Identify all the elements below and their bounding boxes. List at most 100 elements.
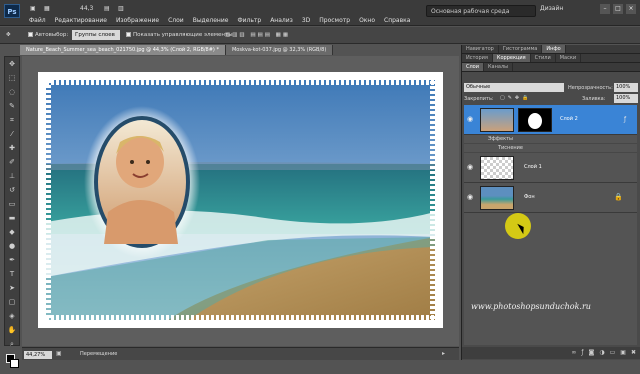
tab-channels[interactable]: Каналы	[484, 63, 514, 71]
crop-tool-icon[interactable]: ⌗	[6, 114, 18, 126]
autoselect-checkbox[interactable]	[28, 32, 33, 37]
canvas-area[interactable]	[22, 56, 459, 346]
opacity-field[interactable]: 100%	[614, 83, 638, 92]
document-canvas[interactable]	[38, 72, 443, 328]
blur-tool-icon[interactable]: ◆	[6, 226, 18, 238]
minimize-icon[interactable]: –	[600, 4, 610, 14]
tab-layers[interactable]: Слои	[462, 63, 484, 71]
home-icon[interactable]: ▣	[30, 5, 36, 12]
menu-select[interactable]: Выделение	[193, 17, 229, 24]
layer-name[interactable]: Фон	[524, 194, 535, 200]
tab-beach-document[interactable]: Nature_Beach_Summer_sea_beach_021750.jpg…	[20, 45, 226, 55]
status-preview-icon[interactable]: ▣	[56, 350, 62, 357]
layer-thumbnail	[480, 108, 514, 132]
fx-icon[interactable]: ƒ	[624, 116, 626, 123]
effect-emboss-row[interactable]: Тиснение	[464, 144, 637, 153]
menu-edit[interactable]: Редактирование	[55, 17, 107, 24]
adjustment-icon[interactable]: ◑	[599, 347, 604, 359]
shape-tool-icon[interactable]: ▢	[6, 296, 18, 308]
panel-tabs-middle: История Коррекция Стили Маски	[462, 54, 640, 63]
layer-name[interactable]: Слой 1	[524, 164, 542, 170]
dodge-tool-icon[interactable]: ●	[6, 240, 18, 252]
menu-analysis[interactable]: Анализ	[270, 17, 293, 24]
blend-mode-select[interactable]: Обычные	[464, 83, 564, 92]
layer-buttons: ∞ ƒ ◙ ◑ ▭ ▣ ✖	[462, 347, 640, 359]
background-color-swatch[interactable]	[10, 359, 19, 368]
move-tool-icon[interactable]: ✥	[6, 32, 11, 38]
folder-icon[interactable]: ▭	[610, 347, 616, 359]
menu-file[interactable]: Файл	[29, 17, 46, 24]
quick-select-tool-icon[interactable]: ✎	[6, 100, 18, 112]
new-layer-icon[interactable]: ▣	[620, 347, 626, 359]
link-icon[interactable]: ∞	[571, 347, 576, 359]
zoom-field[interactable]: 44,27%	[24, 351, 52, 359]
path-select-tool-icon[interactable]: ➤	[6, 282, 18, 294]
right-panel: Навигатор Гистограмма Инфо История Корре…	[461, 45, 640, 360]
tab-info[interactable]: Инфо	[542, 45, 566, 53]
autoselect-target-select[interactable]: Группы слоев	[72, 30, 120, 40]
workspace-design[interactable]: Дизайн	[540, 5, 563, 12]
bridge-icon[interactable]: ▦	[44, 5, 50, 12]
tab-cat-document[interactable]: Moskva-kot-037.jpg @ 32,3% (RGB/8)	[225, 45, 334, 55]
menubar: Ps ▣ ▦ 44,3 ▤ ▥ Файл Редактирование Изоб…	[0, 0, 640, 26]
menu-help[interactable]: Справка	[384, 17, 410, 24]
menu-filter[interactable]: Фильтр	[237, 17, 261, 24]
arrange-icon[interactable]: ▥	[118, 5, 124, 12]
stamp-tool-icon[interactable]: ⊥	[6, 170, 18, 182]
tab-masks[interactable]: Маски	[556, 54, 582, 62]
layer-row-background[interactable]: ◉ Фон 🔒	[464, 183, 637, 213]
trash-icon[interactable]: ✖	[631, 347, 636, 359]
window-controls: – □ ×	[600, 4, 636, 14]
lasso-tool-icon[interactable]: ◌	[6, 86, 18, 98]
lock-icons[interactable]: ▢✎✥🔒	[500, 95, 531, 101]
visibility-eye-icon[interactable]: ◉	[467, 115, 475, 123]
eyedropper-tool-icon[interactable]: ⁄	[6, 128, 18, 140]
effects-row[interactable]: Эффекты	[464, 135, 637, 144]
healing-tool-icon[interactable]: ✚	[6, 142, 18, 154]
hand-tool-icon[interactable]: ✋	[6, 324, 18, 336]
layer-name[interactable]: Слой 2	[560, 116, 578, 122]
scroll-arrow-icon[interactable]: ▸	[442, 350, 445, 357]
maximize-icon[interactable]: □	[613, 4, 623, 14]
fx-button-icon[interactable]: ƒ	[581, 347, 583, 359]
close-icon[interactable]: ×	[626, 4, 636, 14]
pen-tool-icon[interactable]: ✒	[6, 254, 18, 266]
zoom-level[interactable]: 44,3	[80, 5, 93, 12]
align-icons[interactable]: ▥▥▥ ▤▤▤ ▦▦	[225, 32, 290, 38]
gradient-tool-icon[interactable]: ▬	[6, 212, 18, 224]
layer-mask-thumbnail[interactable]	[518, 108, 552, 132]
eraser-tool-icon[interactable]: ▭	[6, 198, 18, 210]
show-controls-checkbox[interactable]	[126, 32, 131, 37]
menu-window[interactable]: Окно	[359, 17, 375, 24]
brush-tool-icon[interactable]: ✐	[6, 156, 18, 168]
zoom-tool-icon[interactable]: ⌕	[6, 338, 18, 350]
menu-view[interactable]: Просмотр	[319, 17, 350, 24]
status-bar: 44,27% ▣ Перемещение ▸	[22, 347, 459, 360]
tab-adjustments[interactable]: Коррекция	[492, 54, 531, 62]
tab-histogram[interactable]: Гистограмма	[499, 45, 543, 53]
history-brush-tool-icon[interactable]: ↺	[6, 184, 18, 196]
tab-history[interactable]: История	[462, 54, 493, 62]
tab-navigator[interactable]: Навигатор	[462, 45, 499, 53]
move-tool-icon[interactable]: ✥	[6, 58, 18, 70]
marquee-tool-icon[interactable]: ⬚	[6, 72, 18, 84]
view-extras-icon[interactable]: ▤	[104, 5, 110, 12]
layer-row-layer2[interactable]: ◉ Слой 2 ƒ	[464, 105, 637, 135]
show-controls-option[interactable]: Показать управляющие элементы	[126, 32, 233, 38]
layer-row-layer1[interactable]: ◉ Слой 1	[464, 153, 637, 183]
visibility-eye-icon[interactable]: ◉	[467, 193, 475, 201]
mask-button-icon[interactable]: ◙	[589, 347, 595, 359]
autoselect-option[interactable]: Автовыбор:	[28, 32, 68, 38]
menu-3d[interactable]: 3D	[302, 17, 310, 24]
menu-layers[interactable]: Слои	[168, 17, 184, 24]
fill-field[interactable]: 100%	[614, 94, 638, 103]
menu-image[interactable]: Изображение	[116, 17, 159, 24]
3d-tool-icon[interactable]: ◈	[6, 310, 18, 322]
mask-ellipse	[528, 113, 542, 129]
autoselect-label: Автовыбор:	[35, 32, 69, 38]
type-tool-icon[interactable]: T	[6, 268, 18, 280]
color-swatches[interactable]	[5, 352, 19, 374]
visibility-eye-icon[interactable]: ◉	[467, 163, 475, 171]
tab-styles[interactable]: Стили	[531, 54, 556, 62]
workspace-switcher[interactable]: Основная рабочая среда	[426, 5, 536, 17]
